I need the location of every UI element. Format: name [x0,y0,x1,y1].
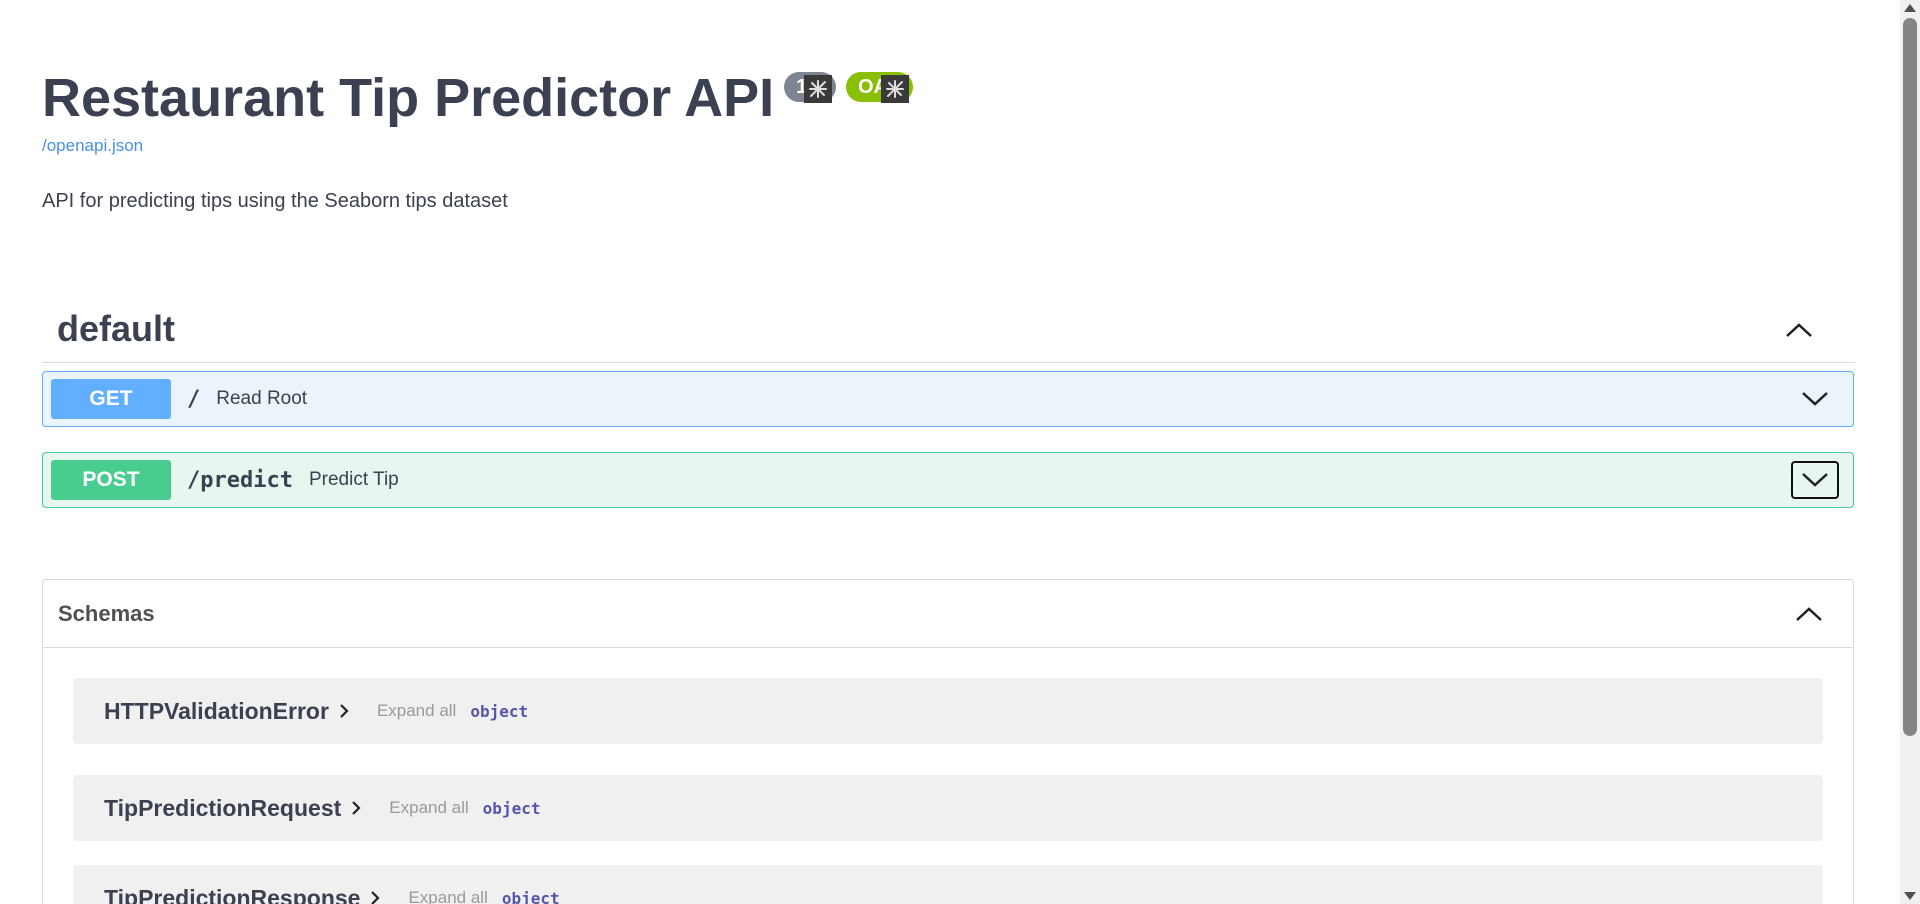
schemas-title: Schemas [58,600,155,626]
operation-path: / [187,386,201,412]
page-title: Restaurant Tip Predictor API [42,68,775,128]
operation-summary: Predict Tip [308,469,399,490]
api-description: API for predicting tips using the Seabor… [42,190,508,212]
operation-path: /predict [187,467,293,493]
chevron-down-icon[interactable] [1791,380,1839,418]
expand-all-button[interactable]: Expand all [377,701,456,721]
schema-model-row[interactable]: TipPredictionResponse Expand all object [73,865,1823,904]
operation-post-predict[interactable]: POST /predict Predict Tip [42,452,1854,508]
model-name: HTTPValidationError [104,697,329,724]
oas-badge: OAS [845,72,914,103]
chevron-right-icon[interactable] [339,701,355,721]
method-badge-get: GET [51,379,171,419]
chevron-up-icon[interactable] [1783,314,1815,346]
method-badge-post: POST [51,460,171,500]
schemas-section: Schemas HTTPValidationError Expand all o… [42,579,1854,904]
expand-all-button[interactable]: Expand all [389,798,468,818]
schema-model-row[interactable]: HTTPValidationError Expand all object [73,678,1823,744]
broken-image-icon [803,75,832,103]
scroll-down-arrow-icon[interactable] [1904,892,1916,900]
model-type: object [482,798,541,818]
schemas-header[interactable]: Schemas [43,580,1853,648]
model-name: TipPredictionRequest [104,794,342,821]
swagger-page: Restaurant Tip Predictor API 1.0 OAS /op… [0,0,1900,904]
version-badge: 1.0 [784,72,836,103]
chevron-up-icon[interactable] [1793,598,1825,630]
broken-image-icon [881,75,910,103]
chevron-right-icon[interactable] [351,798,367,818]
tag-title: default [57,308,176,349]
scroll-up-arrow-icon[interactable] [1904,4,1916,12]
tag-section-header[interactable]: default [42,296,1855,363]
model-type: object [501,888,560,904]
model-type: object [470,701,529,721]
operation-get-root[interactable]: GET / Read Root [42,371,1854,427]
vertical-scrollbar[interactable] [1900,0,1920,904]
chevron-down-icon[interactable] [1791,461,1839,499]
chevron-right-icon[interactable] [370,888,386,904]
openapi-json-link[interactable]: /openapi.json [42,136,143,156]
expand-all-button[interactable]: Expand all [408,888,487,904]
info-title-row: Restaurant Tip Predictor API 1.0 OAS [42,66,914,130]
scrollbar-thumb[interactable] [1903,18,1917,736]
schema-model-row[interactable]: TipPredictionRequest Expand all object [73,775,1823,841]
operation-summary: Read Root [216,388,308,409]
model-name: TipPredictionResponse [104,884,361,904]
